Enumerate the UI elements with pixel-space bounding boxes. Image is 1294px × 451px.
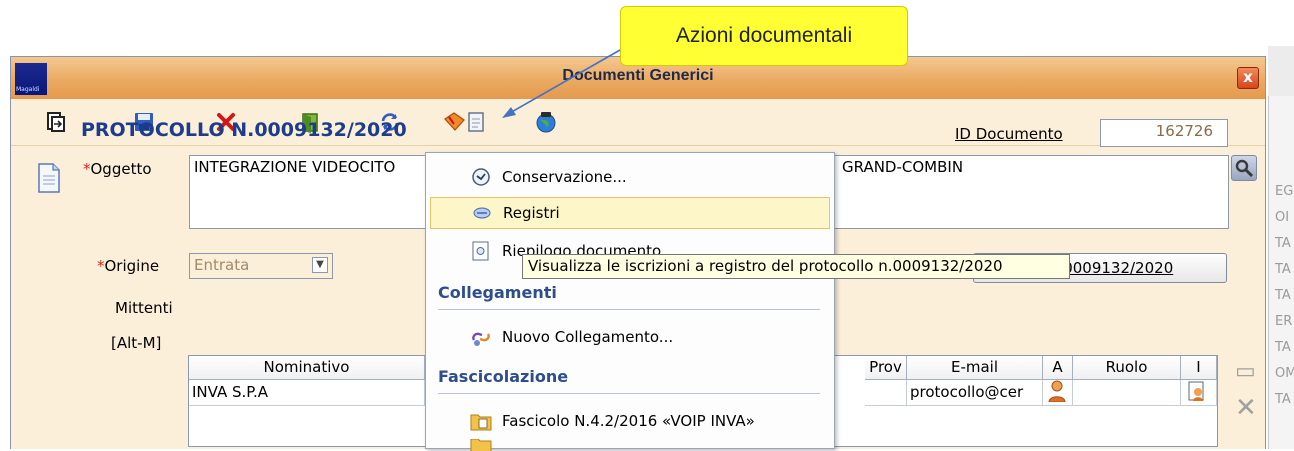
column-header-email[interactable]: E-mail [907,356,1043,380]
bg-fragment: TA [1275,288,1291,303]
oggetto-text: INTEGRAZIONE VIDEOCITO [194,158,396,176]
column-header-nominativo[interactable]: Nominativo [189,356,425,380]
bg-fragment: OM [1275,366,1294,381]
document-actions-menu: Conservazione... Registri Riepilogo docu… [425,152,835,451]
callout-label: Azioni documentali [620,6,908,66]
register-icon [471,202,493,224]
search-button[interactable] [1231,155,1257,181]
bg-fragment: EG [1275,184,1294,199]
folder-icon [470,410,492,432]
column-header-prov[interactable]: Prov [865,356,907,380]
menu-item-registri[interactable]: Registri [430,197,830,229]
chevron-down-icon[interactable]: ▼ [312,257,328,273]
column-header-a[interactable]: A [1043,356,1073,380]
menu-item-partial[interactable] [430,439,830,451]
menu-item-nuovo-collegamento[interactable]: Nuovo Collegamento... [430,321,830,353]
background-window: EG OI TA TA TA ER TA OM TA [1268,96,1294,449]
search-icon [1235,159,1254,178]
menu-separator [438,393,820,394]
bg-fragment: TA [1275,262,1291,277]
link-icon [470,326,492,348]
summary-icon [470,240,492,262]
mittenti-label: Mittenti [115,299,173,317]
bg-fragment: TA [1275,340,1291,355]
section-collegamenti: Collegamenti [438,283,557,302]
id-documento-label: ID Documento [955,125,1063,143]
bg-fragment: ER [1275,314,1293,329]
section-fascicolazione: Fascicolazione [438,367,569,386]
alt-m-shortcut: [Alt-M] [111,334,162,352]
registri-tooltip: Visualizza le iscrizioni a registro del … [522,254,1070,279]
cell-a[interactable] [1043,380,1073,406]
cell-i[interactable] [1181,380,1217,406]
person-document-icon [1188,381,1204,401]
cell-nominativo[interactable]: INVA S.P.A [189,380,425,406]
clock-icon [470,166,492,188]
close-button[interactable]: x [1237,67,1259,89]
protocol-title: PROTOCOLLO N.0009132/2020 [81,119,407,141]
cell-ruolo[interactable] [1073,380,1181,406]
origine-select[interactable]: Entrata ▼ [189,253,333,279]
oggetto-text-right: GRAND-COMBIN [842,158,964,176]
column-header-i[interactable]: I [1181,356,1217,380]
person-icon [1048,380,1066,403]
menu-item-fascicolo[interactable]: Fascicolo N.4.2/2016 «VOIP INVA» [430,405,830,437]
id-documento-field[interactable]: 162726 [1100,119,1228,147]
bg-fragment: OI [1275,210,1290,225]
menu-item-conservazione[interactable]: Conservazione... [430,161,830,193]
bg-fragment: TA [1275,392,1291,407]
page-icon[interactable]: ▭ [1235,359,1256,384]
cell-prov[interactable] [865,380,907,406]
folder-icon [470,439,492,451]
oggetto-label: *Oggetto [83,160,152,178]
export-icon[interactable] [41,107,71,137]
background-window-top [1268,46,1294,96]
column-header-ruolo[interactable]: Ruolo [1073,356,1181,380]
origine-label: *Origine [97,257,160,275]
bg-fragment: TA [1275,236,1291,251]
cell-email[interactable]: protocollo@cer [907,380,1043,406]
callout-arrow [502,49,621,118]
menu-separator [438,309,820,310]
document-icon [37,163,61,197]
remove-icon[interactable]: ✕ [1235,393,1257,423]
